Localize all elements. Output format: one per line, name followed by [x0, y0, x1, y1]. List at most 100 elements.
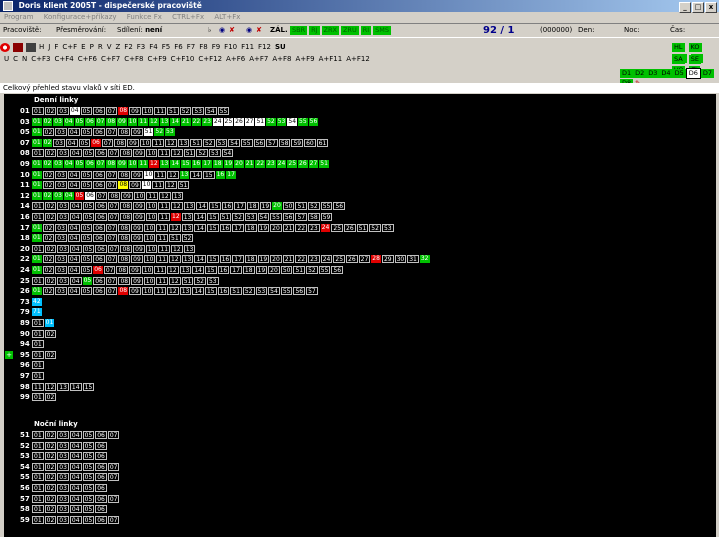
train-cell[interactable]: 10 — [143, 223, 156, 232]
train-cell[interactable]: 14 — [192, 287, 204, 296]
train-cell[interactable]: 53 — [255, 287, 268, 296]
train-cell[interactable]: 53 — [208, 149, 221, 158]
train-cell[interactable]: 09 — [129, 181, 141, 190]
train-cell[interactable]: 04 — [63, 117, 74, 126]
hotkey-0[interactable]: H — [39, 43, 44, 51]
train-cell[interactable]: 52 — [266, 117, 276, 126]
train-cell[interactable]: 09 — [129, 287, 141, 296]
train-cell[interactable]: 01 — [32, 266, 42, 274]
day-d1[interactable]: D1 — [620, 69, 634, 78]
train-cell[interactable]: 01 — [44, 319, 55, 327]
train-cell[interactable]: 21 — [244, 160, 255, 168]
train-cell[interactable]: 02 — [44, 515, 57, 524]
train-cell[interactable]: 28 — [371, 255, 381, 264]
train-cell[interactable]: 04 — [69, 494, 82, 503]
train-cell[interactable]: 04 — [67, 128, 80, 137]
train-cell[interactable]: 52 — [179, 107, 192, 115]
train-cell[interactable]: 06 — [95, 452, 107, 461]
train-cell[interactable]: 07 — [105, 107, 118, 115]
train-cell[interactable]: 58 — [278, 138, 291, 147]
train-cell[interactable]: 16 — [219, 255, 232, 264]
train-cell[interactable]: 05 — [82, 452, 95, 461]
hotkey2-6[interactable]: C+F7 — [101, 55, 120, 63]
train-cell[interactable]: 10 — [143, 170, 154, 179]
train-cell[interactable]: 54 — [221, 149, 234, 158]
train-cell[interactable]: 05 — [82, 505, 95, 514]
train-cell[interactable]: 20 — [268, 266, 280, 274]
train-cell[interactable]: 01 — [32, 340, 44, 349]
train-cell[interactable]: 04 — [69, 276, 82, 285]
train-cell[interactable]: 58 — [308, 213, 320, 221]
train-cell[interactable]: 02 — [44, 462, 57, 471]
train-cell[interactable]: 20 — [234, 160, 244, 168]
train-cell[interactable]: 02 — [44, 484, 57, 492]
train-cell[interactable]: 56 — [293, 287, 306, 296]
train-cell[interactable]: 02 — [42, 255, 55, 264]
train-cell[interactable]: 56 — [331, 266, 344, 274]
train-cell[interactable]: 03 — [57, 473, 69, 482]
train-cell[interactable]: 09 — [131, 276, 143, 285]
train-cell[interactable]: 25 — [223, 117, 234, 126]
train-cell[interactable]: 24 — [320, 255, 333, 264]
train-cell[interactable]: 14 — [192, 266, 204, 274]
train-cell[interactable]: 55 — [280, 287, 293, 296]
train-cell[interactable]: 07 — [105, 255, 118, 264]
train-cell[interactable]: 04 — [67, 234, 80, 243]
train-cell[interactable]: 06 — [95, 441, 107, 450]
train-cell[interactable]: 02 — [44, 276, 57, 285]
train-cell[interactable]: 08 — [118, 276, 131, 285]
train-cell[interactable]: 14 — [196, 202, 208, 211]
cross-icon[interactable]: ✘ — [229, 24, 235, 37]
cross-icon-2[interactable]: ✘ — [256, 24, 262, 37]
train-cell[interactable]: 03 — [55, 128, 67, 137]
train-cell[interactable]: 11 — [138, 160, 149, 168]
day-d7[interactable]: D7 — [700, 69, 714, 78]
train-cell[interactable]: 02 — [44, 244, 57, 253]
hotkey-20[interactable]: SU — [275, 43, 286, 51]
train-cell[interactable]: 13 — [159, 160, 170, 168]
train-cell[interactable]: 08 — [120, 202, 133, 211]
train-cell[interactable]: 06 — [93, 181, 105, 190]
train-cell[interactable]: 04 — [69, 244, 82, 253]
train-cell[interactable]: 16 — [221, 202, 234, 211]
train-cell[interactable]: 54 — [228, 138, 240, 147]
side-hl[interactable]: HL — [672, 43, 685, 52]
train-cell[interactable]: 01 — [32, 276, 44, 285]
hotkey-6[interactable]: R — [98, 43, 103, 51]
train-cell[interactable]: 02 — [42, 191, 53, 200]
hotkey2-10[interactable]: C+F12 — [198, 55, 222, 63]
train-cell[interactable]: 02 — [44, 473, 57, 482]
chip-ri[interactable]: RI — [360, 26, 372, 35]
train-cell[interactable]: 17 — [202, 160, 212, 168]
train-cell[interactable]: 14 — [194, 255, 206, 264]
train-cell[interactable]: 03 — [55, 266, 67, 274]
train-cell[interactable]: 16 — [217, 287, 230, 296]
train-cell[interactable]: 13 — [183, 244, 196, 253]
train-cell[interactable]: 13 — [181, 255, 194, 264]
train-cell[interactable]: 52 — [306, 266, 318, 274]
train-cell[interactable]: 13 — [179, 170, 190, 179]
train-cell[interactable]: 03 — [57, 462, 69, 471]
train-cell[interactable]: 02 — [44, 350, 57, 359]
hotkey2-9[interactable]: C+F10 — [171, 55, 195, 63]
train-cell[interactable]: 06 — [93, 255, 105, 264]
train-cell[interactable]: 05 — [82, 244, 95, 253]
hotkey2-0[interactable]: U — [4, 55, 9, 63]
train-cell[interactable]: 55 — [270, 213, 282, 221]
train-cell[interactable]: 15 — [208, 202, 221, 211]
train-cell[interactable]: 10 — [141, 181, 152, 190]
train-cell[interactable]: 08 — [118, 170, 131, 179]
train-cell[interactable]: 06 — [93, 223, 105, 232]
train-cell[interactable]: 05 — [82, 494, 95, 503]
train-cell[interactable]: 05 — [80, 107, 93, 115]
hotkey2-1[interactable]: C — [13, 55, 18, 63]
train-cell[interactable]: 03 — [57, 213, 69, 221]
hotkey-4[interactable]: E — [81, 43, 85, 51]
train-cell[interactable]: 08 — [118, 255, 131, 264]
train-cell[interactable]: 23 — [308, 223, 320, 232]
hotkey-8[interactable]: Z — [116, 43, 121, 51]
train-cell[interactable]: 08 — [118, 287, 129, 296]
train-cell[interactable]: 06 — [95, 244, 107, 253]
train-cell[interactable]: 03 — [55, 234, 67, 243]
train-cell[interactable]: 15 — [202, 170, 215, 179]
